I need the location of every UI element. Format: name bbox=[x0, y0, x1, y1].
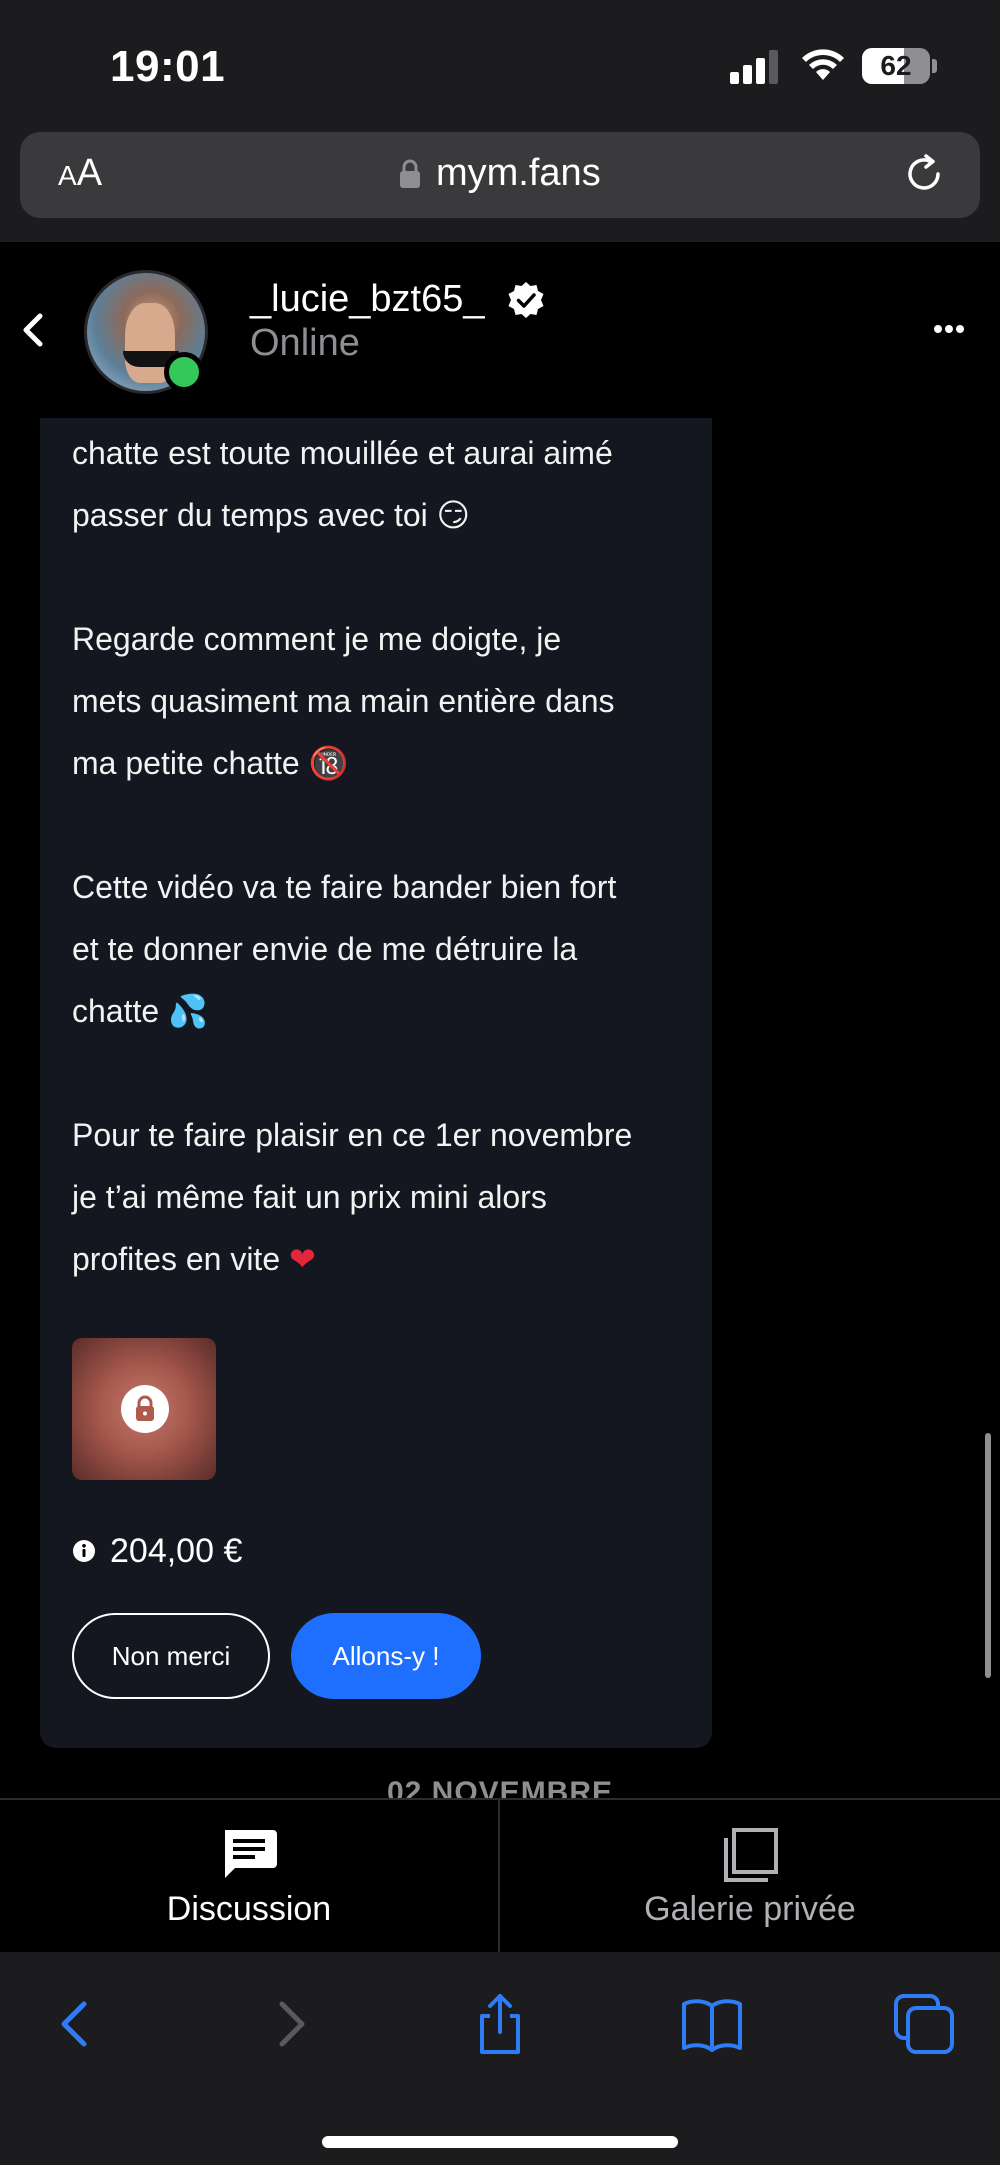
battery-icon: 62 bbox=[862, 48, 930, 84]
locked-media-thumbnail[interactable] bbox=[72, 1338, 216, 1480]
share-icon[interactable] bbox=[468, 1992, 532, 2056]
info-icon bbox=[73, 1540, 95, 1562]
tab-discussion-label: Discussion bbox=[166, 1890, 332, 1928]
tab-discussion[interactable]: Discussion bbox=[0, 1800, 500, 1952]
gallery-icon bbox=[724, 1828, 778, 1882]
verified-badge-icon bbox=[508, 282, 544, 318]
wifi-icon bbox=[802, 49, 844, 80]
more-options-icon[interactable] bbox=[934, 322, 964, 336]
price-row: 204,00 € bbox=[72, 1528, 242, 1574]
home-indicator[interactable] bbox=[322, 2136, 678, 2148]
address-bar[interactable]: AA mym.fans bbox=[20, 132, 980, 218]
bookmarks-icon[interactable] bbox=[680, 1992, 744, 2056]
chat-bubble-icon bbox=[225, 1830, 277, 1878]
message-paragraph-4: Pour te faire plaisir en ce 1er novembre… bbox=[72, 1117, 633, 1277]
forward-arrow-icon[interactable] bbox=[258, 1992, 322, 2056]
app-tab-bar: Discussion Galerie privée bbox=[0, 1798, 1000, 1952]
presence-status: Online bbox=[250, 322, 360, 364]
sweat-droplets-emoji-icon: 💦 bbox=[168, 992, 208, 1030]
battery-percent: 62 bbox=[880, 50, 912, 81]
adults-only-emoji-icon: 🔞 bbox=[308, 744, 349, 782]
status-time: 19:01 bbox=[110, 42, 226, 91]
status-bar: 19:01 62 bbox=[0, 0, 1000, 130]
scrollbar[interactable] bbox=[985, 1433, 991, 1678]
message-text: chatte est toute mouillée et aurai aimé … bbox=[72, 422, 692, 1290]
browser-address-area: AA mym.fans bbox=[0, 130, 1000, 242]
message-paragraph-1: chatte est toute mouillée et aurai aimé … bbox=[72, 435, 613, 533]
username[interactable]: _lucie_bzt65_ bbox=[250, 278, 485, 321]
cellular-signal-icon bbox=[730, 50, 782, 84]
online-status-dot bbox=[164, 352, 204, 392]
price-value: 204,00 € bbox=[110, 1531, 243, 1570]
chat-messages[interactable]: chatte est toute mouillée et aurai aimé … bbox=[0, 418, 1000, 1798]
screen: 19:01 62 AA mym.fans _lucie_bzt65_ Onlin… bbox=[0, 0, 1000, 2165]
message-paragraph-3: Cette vidéo va te faire bander bien fort… bbox=[72, 869, 617, 1029]
accept-button[interactable]: Allons-y ! bbox=[291, 1613, 481, 1699]
text-size-button[interactable]: AA bbox=[58, 152, 102, 195]
chat-header: _lucie_bzt65_ Online bbox=[0, 242, 1000, 418]
battery-nub bbox=[932, 59, 937, 73]
locked-media-lock-icon bbox=[121, 1385, 169, 1433]
tab-private-gallery-label: Galerie privée bbox=[644, 1890, 856, 1928]
browser-toolbar bbox=[0, 1952, 1000, 2165]
date-separator: 02 NOVEMBRE bbox=[386, 1776, 614, 1798]
back-chevron-icon[interactable] bbox=[14, 308, 50, 352]
tab-private-gallery[interactable]: Galerie privée bbox=[500, 1800, 1000, 1952]
decline-button[interactable]: Non merci bbox=[72, 1613, 270, 1699]
tabs-icon[interactable] bbox=[892, 1992, 956, 2056]
heart-emoji-icon: ❤ bbox=[289, 1240, 316, 1278]
url-text[interactable]: mym.fans bbox=[436, 152, 601, 195]
lock-icon bbox=[400, 159, 420, 188]
back-arrow-icon[interactable] bbox=[44, 1992, 108, 2056]
smirk-emoji-icon: 😏 bbox=[436, 496, 470, 534]
reload-icon[interactable] bbox=[900, 150, 948, 198]
